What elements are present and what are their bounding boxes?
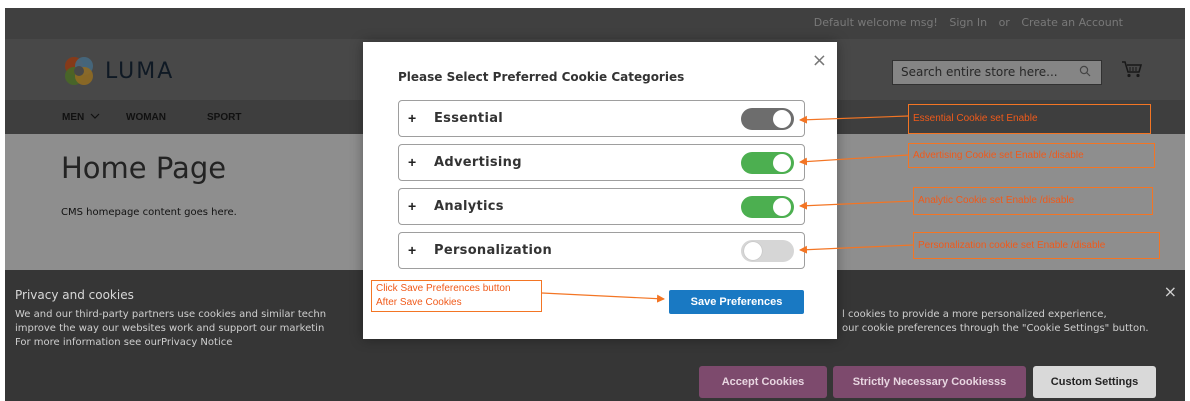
cookie-text-line1-left: We and our third-party partners use cook… <box>15 309 327 320</box>
annotation-save-line1: Click Save Preferences button <box>376 283 511 294</box>
category-analytics[interactable]: + Analytics <box>398 188 805 225</box>
plus-icon[interactable]: + <box>408 242 416 258</box>
toggle-knob <box>773 198 791 216</box>
cookie-text-line2-right: our cookie preferences through the "Cook… <box>842 323 1149 334</box>
analytics-toggle[interactable] <box>741 196 794 218</box>
cookie-banner-title: Privacy and cookies <box>15 288 134 302</box>
annotation-save-line2: After Save Cookies <box>376 297 462 308</box>
personalization-toggle[interactable] <box>741 240 794 262</box>
category-label: Advertising <box>434 155 522 170</box>
category-personalization[interactable]: + Personalization <box>398 232 805 269</box>
annotation-personalization: Personalization cookie set Enable /disab… <box>913 232 1160 259</box>
annotation-analytics: Analytic Cookie set Enable /disable <box>913 187 1153 215</box>
annotation-advertising: Advertising Cookie set Enable /disable <box>908 143 1155 168</box>
accept-cookies-button[interactable]: Accept Cookies <box>699 366 827 398</box>
category-label: Essential <box>434 111 504 126</box>
toggle-knob <box>773 110 791 128</box>
advertising-toggle[interactable] <box>741 152 794 174</box>
save-preferences-button[interactable]: Save Preferences <box>669 290 804 314</box>
essential-toggle[interactable] <box>741 108 794 130</box>
category-advertising[interactable]: + Advertising <box>398 144 805 181</box>
modal-close-icon[interactable]: × <box>812 50 827 71</box>
custom-settings-button[interactable]: Custom Settings <box>1033 366 1156 398</box>
plus-icon[interactable]: + <box>408 198 416 214</box>
plus-icon[interactable]: + <box>408 154 416 170</box>
toggle-knob <box>744 242 762 260</box>
category-label: Personalization <box>434 243 553 258</box>
cookie-text-line1-right: l cookies to provide a more personalized… <box>842 309 1107 320</box>
plus-icon[interactable]: + <box>408 110 416 126</box>
annotation-save: Click Save Preferences button After Save… <box>371 280 542 312</box>
modal-title: Please Select Preferred Cookie Categorie… <box>398 70 685 84</box>
cookie-text-line2-left: improve the way our websites work and su… <box>15 323 325 334</box>
category-essential[interactable]: + Essential <box>398 100 805 137</box>
category-label: Analytics <box>434 199 504 214</box>
annotation-essential: Essential Cookie set Enable <box>908 104 1151 134</box>
close-icon[interactable]: × <box>1164 282 1177 301</box>
toggle-knob <box>773 154 791 172</box>
strictly-necessary-button[interactable]: Strictly Necessary Cookiesss <box>833 366 1026 398</box>
